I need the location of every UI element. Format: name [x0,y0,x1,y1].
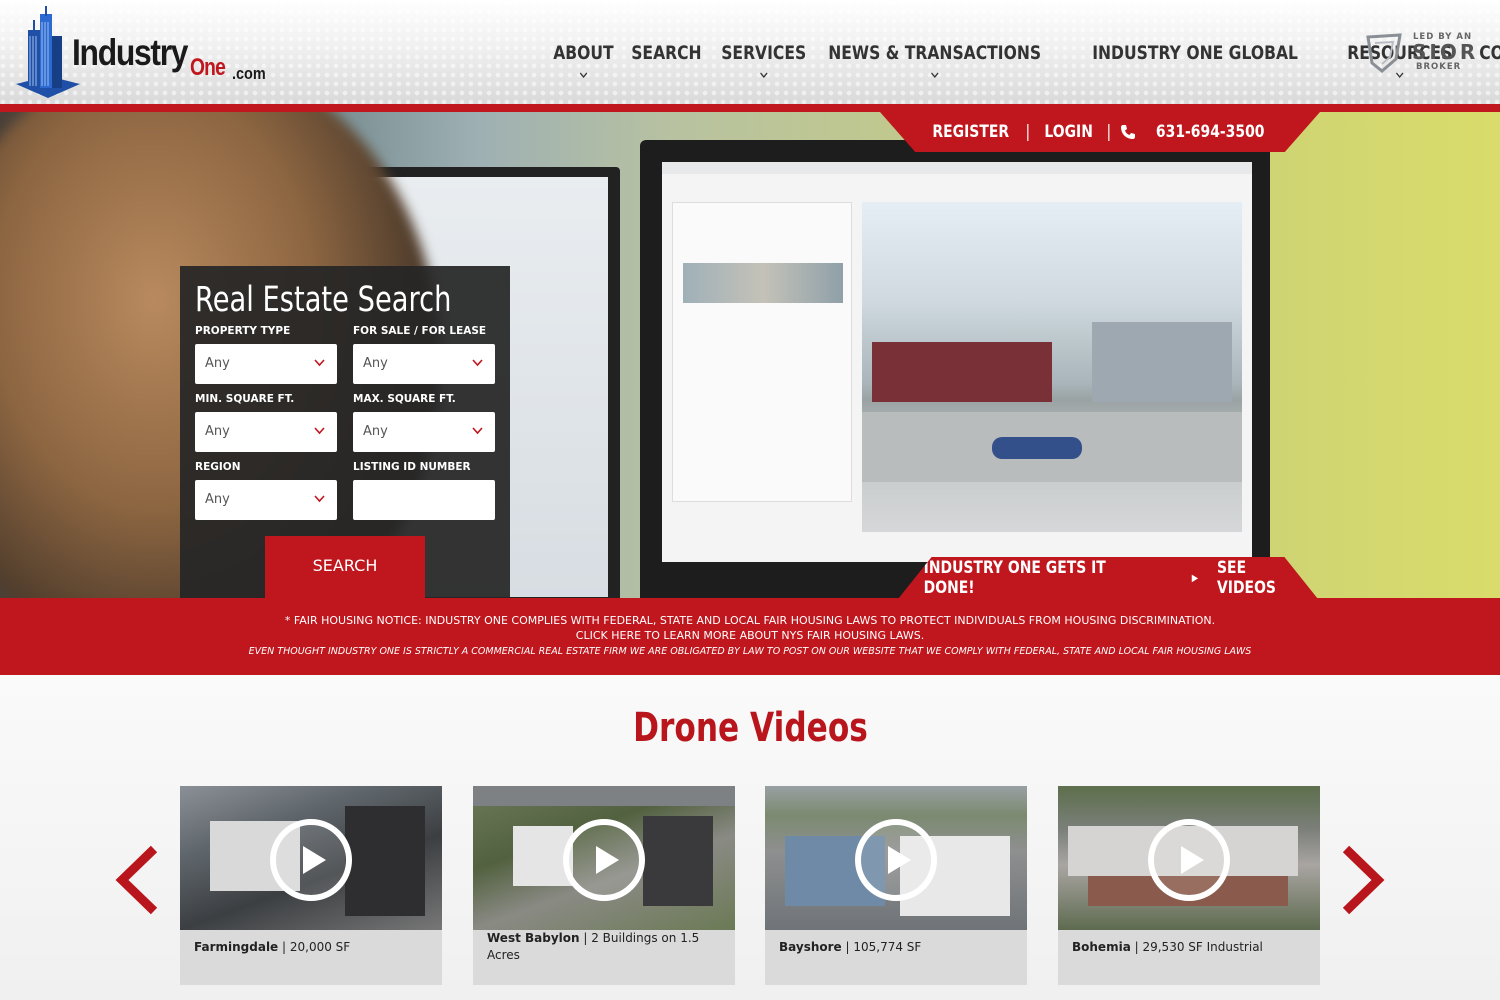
see-videos-link[interactable]: SEE VIDEOS [1217,558,1308,598]
drone-video-location: West Babylon [487,931,580,945]
site-header: Industry One .com ABOUT SEARCH SERVICES … [0,0,1500,104]
drone-videos-title-text: Drone Videos [632,705,868,751]
region-label: REGION [195,461,241,473]
carousel-next-arrow-icon[interactable] [1340,845,1386,915]
max-sqft-select[interactable]: Any [353,412,495,452]
nav-industry-one-global[interactable]: INDUSTRY ONE GLOBAL [1084,40,1306,88]
drone-video-location: Bohemia [1072,940,1131,954]
drone-video-card[interactable]: Farmingdale | 20,000 SF [180,786,442,985]
sale-lease-select[interactable]: Any [353,344,495,384]
search-panel-title: Real Estate Search [195,280,452,320]
logo-text-com: .com [232,64,266,83]
sior-line3: BROKER [1416,62,1462,72]
separator: | [1106,122,1112,142]
play-button-icon[interactable] [852,816,940,904]
region-select[interactable]: Any [195,480,337,520]
nav-about[interactable]: ABOUT [545,40,622,88]
drone-video-location: Bayshore [779,940,842,954]
real-estate-search-panel: Real Estate Search PROPERTY TYPE Any FOR… [180,266,510,598]
logo-text-industry: Industry [72,32,189,73]
drone-videos-section: Drone Videos Farmingdale | 20,000 SF Wes… [0,675,1500,1000]
chevron-down-icon [314,359,325,367]
listing-id-input[interactable] [353,480,495,520]
industry-one-logo[interactable]: Industry One .com [14,6,274,98]
phone-number-link[interactable]: 631-694-3500 [1156,122,1265,142]
nav-search[interactable]: SEARCH [623,40,710,88]
nav-news-label: NEWS & TRANSACTIONS [828,42,1042,64]
min-sqft-label: MIN. SQUARE FT. [195,393,295,405]
see-videos-bar[interactable]: INDUSTRY ONE GETS IT DONE! ▶ SEE VIDEOS [898,557,1318,598]
sale-lease-value: Any [363,356,388,371]
nav-services-label: SERVICES [720,42,806,64]
main-nav: ABOUT SEARCH SERVICES NEWS & TRANSACTION… [545,40,1500,90]
drone-videos-title: Drone Videos [0,705,1500,751]
chevron-down-icon [472,359,483,367]
fair-housing-link[interactable]: CLICK HERE TO LEARN MORE ABOUT NYS FAIR … [0,628,1500,643]
max-sqft-value: Any [363,424,388,439]
drone-video-detail: | 105,774 SF [841,940,922,954]
sale-lease-label: FOR SALE / FOR LEASE [353,325,487,337]
chevron-down-icon [579,72,588,79]
drone-video-caption: Bayshore | 105,774 SF [779,939,1013,956]
videos-tagline: INDUSTRY ONE GETS IT DONE! [923,558,1106,598]
drone-video-card[interactable]: Bayshore | 105,774 SF [765,786,1027,985]
separator: | [1025,122,1031,142]
play-triangle-icon: ▶ [1191,572,1199,584]
play-button-icon[interactable] [1145,816,1233,904]
hero-photo-right-monitor [640,140,1270,598]
sior-line2: SIOR [1412,40,1479,64]
phone-icon [1120,125,1135,139]
property-type-select[interactable]: Any [195,344,337,384]
chevron-down-icon [759,72,768,79]
drone-video-location: Farmingdale [194,940,279,954]
play-button-icon[interactable] [267,816,355,904]
drone-video-caption: Bohemia | 29,530 SF Industrial [1072,939,1306,956]
nav-global-label: INDUSTRY ONE GLOBAL [1092,42,1298,64]
nav-news-transactions[interactable]: NEWS & TRANSACTIONS [820,40,1049,88]
carousel-prev-arrow-icon[interactable] [114,845,160,915]
login-link[interactable]: LOGIN [1044,122,1093,142]
fair-housing-notice: * FAIR HOUSING NOTICE: INDUSTRY ONE COMP… [0,598,1500,675]
chevron-down-icon [931,72,939,79]
sior-badge[interactable]: LED BY AN SIOR BROKER [1366,30,1486,76]
nav-search-label: SEARCH [630,42,702,64]
chevron-down-icon [314,495,325,503]
notice-line1: * FAIR HOUSING NOTICE: INDUSTRY ONE COMP… [284,614,1216,627]
drone-video-caption: Farmingdale | 20,000 SF [194,939,428,956]
nav-services[interactable]: SERVICES [713,40,814,88]
drone-video-caption: West Babylon | 2 Buildings on 1.5 Acres [487,930,721,964]
search-button[interactable]: SEARCH [265,536,425,598]
shield-icon [1366,33,1402,73]
min-sqft-select[interactable]: Any [195,412,337,452]
nav-about-label: ABOUT [553,42,614,64]
drone-video-card[interactable]: West Babylon | 2 Buildings on 1.5 Acres [473,786,735,985]
chevron-down-icon [472,427,483,435]
header-divider [0,104,1500,112]
property-type-label: PROPERTY TYPE [195,325,291,337]
account-phone-bar: REGISTER | LOGIN | 631-694-3500 [880,112,1320,152]
property-type-value: Any [205,356,230,371]
max-sqft-label: MAX. SQUARE FT. [353,393,456,405]
min-sqft-value: Any [205,424,230,439]
register-link[interactable]: REGISTER [932,122,1009,142]
chevron-down-icon [314,427,325,435]
drone-video-detail: | 20,000 SF [278,940,351,954]
notice-line3: EVEN THOUGHT INDUSTRY ONE IS STRICTLY A … [248,646,1252,657]
logo-text-one: One [190,54,226,81]
drone-video-detail: | 29,530 SF Industrial [1130,940,1263,954]
listing-id-label: LISTING ID NUMBER [353,461,471,473]
play-button-icon[interactable] [560,816,648,904]
region-value: Any [205,492,230,507]
drone-video-card[interactable]: Bohemia | 29,530 SF Industrial [1058,786,1320,985]
